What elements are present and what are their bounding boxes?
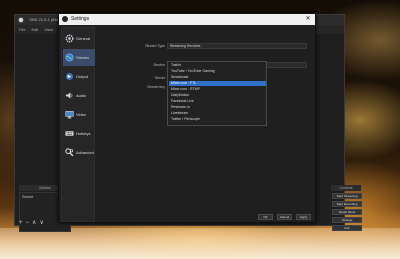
close-icon[interactable]: ✕: [303, 14, 313, 25]
keyboard-icon: [65, 131, 74, 136]
stream-type-label: Stream Type: [145, 44, 165, 48]
speaker-icon: [65, 92, 73, 99]
settings-dialog: Settings ✕ General Stream Output Audio V…: [58, 13, 316, 223]
cancel-button[interactable]: Cancel: [277, 214, 292, 220]
service-option-facebook-live[interactable]: Facebook Live: [169, 99, 266, 104]
start-recording-button[interactable]: Start Recording: [332, 201, 362, 207]
service-label: Service: [153, 63, 165, 67]
sidebar-item-label: Advanced: [76, 150, 94, 155]
service-option-mixer-ftl[interactable]: Mixer.com - FTL: [169, 81, 266, 86]
sidebar-item-label: Hotkeys: [76, 131, 91, 136]
service-dropdown-list: Twitch YouTube / YouTube Gaming Smashcas…: [167, 61, 267, 126]
service-option-youtube[interactable]: YouTube / YouTube Gaming: [169, 69, 266, 74]
sidebar-item-label: Stream: [76, 55, 89, 60]
gear-icon: [65, 34, 74, 43]
settings-titlebar: Settings ✕: [59, 14, 315, 25]
remove-scene-button[interactable]: −: [26, 220, 30, 226]
settings-button[interactable]: Settings: [332, 217, 362, 223]
wallpaper-glow: [0, 228, 400, 259]
stream-key-label: Stream key: [147, 85, 165, 89]
exit-button[interactable]: Exit: [332, 225, 362, 231]
sidebar-item-label: Video: [76, 112, 87, 117]
sidebar-item-stream[interactable]: Stream: [63, 49, 95, 66]
wrench-icon: [65, 148, 74, 157]
scene-controls: + − ∧ ∨: [19, 220, 44, 226]
sidebar-item-advanced[interactable]: Advanced: [63, 144, 95, 161]
start-streaming-button[interactable]: Start Streaming: [332, 193, 362, 199]
sidebar-item-output[interactable]: Output: [63, 68, 95, 85]
menu-view[interactable]: View: [44, 25, 53, 34]
output-icon: [65, 72, 74, 81]
service-option-livestream[interactable]: Livestream: [169, 111, 266, 116]
obs-logo-icon: [18, 17, 24, 23]
service-option-smashcast[interactable]: Smashcast: [169, 75, 266, 80]
sidebar-item-hotkeys[interactable]: Hotkeys: [63, 125, 95, 142]
menu-edit[interactable]: Edit: [31, 25, 38, 34]
sidebar-item-general[interactable]: General: [63, 30, 95, 47]
globe-icon: [65, 53, 74, 62]
add-scene-button[interactable]: +: [19, 220, 23, 226]
sidebar-item-label: Output: [76, 74, 89, 79]
service-option-twitch[interactable]: Twitch: [169, 63, 266, 68]
sidebar-item-audio[interactable]: Audio: [63, 87, 95, 104]
move-scene-down-button[interactable]: ∨: [39, 220, 43, 226]
controls-header: Controls: [331, 185, 361, 191]
controls-panel: Start Streaming Start Recording Studio M…: [332, 193, 362, 231]
service-option-dailymotion[interactable]: DailyMotion: [169, 93, 266, 98]
monitor-icon: [65, 111, 74, 119]
server-label: Server: [154, 76, 165, 80]
service-option-restream[interactable]: Restream.io: [169, 105, 266, 110]
settings-sidebar: General Stream Output Audio Video Hotkey…: [61, 27, 95, 222]
ok-button[interactable]: OK: [258, 214, 273, 220]
settings-title: Settings: [71, 16, 90, 22]
sidebar-item-label: Audio: [76, 93, 87, 98]
service-option-twitter-periscope[interactable]: Twitter / Periscope: [169, 117, 266, 122]
sidebar-item-video[interactable]: Video: [63, 106, 95, 123]
obs-logo-icon: [62, 16, 68, 22]
menu-file[interactable]: File: [19, 25, 25, 34]
service-option-mixer-rtmp[interactable]: Mixer.com - RTMP: [169, 87, 266, 92]
stream-type-select[interactable]: Streaming Services: [167, 43, 307, 49]
sidebar-item-label: General: [76, 36, 91, 41]
studio-mode-button[interactable]: Studio Mode: [332, 209, 362, 215]
move-scene-up-button[interactable]: ∧: [32, 220, 36, 226]
apply-button[interactable]: Apply: [296, 214, 311, 220]
